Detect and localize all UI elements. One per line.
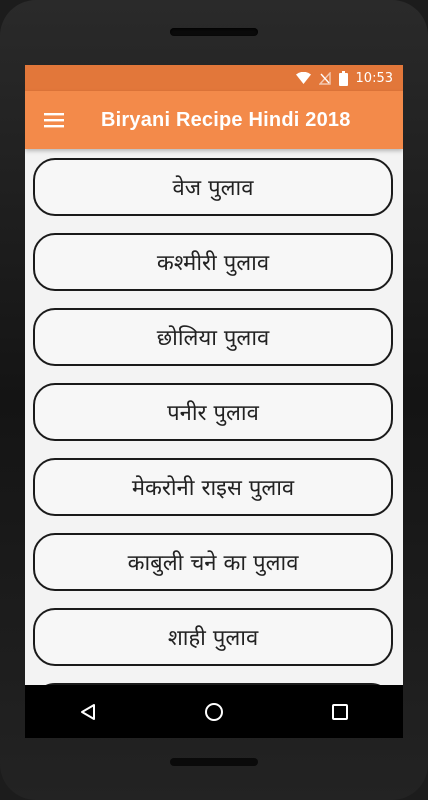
recipe-item-kashmiri-pulao[interactable]: कश्मीरी पुलाव bbox=[33, 233, 393, 291]
phone-frame: 10:53 Biryani Recipe Hindi 2018 वेज पुला… bbox=[0, 0, 428, 800]
battery-icon bbox=[338, 70, 348, 86]
recipe-list[interactable]: वेज पुलाव कश्मीरी पुलाव छोलिया पुलाव पनी… bbox=[25, 149, 403, 685]
earpiece-speaker bbox=[170, 28, 258, 36]
recipe-item-choliya-pulao[interactable]: छोलिया पुलाव bbox=[33, 308, 393, 366]
recipe-item-kabuli-chana-pulao[interactable]: काबुली चने का पुलाव bbox=[33, 533, 393, 591]
wifi-icon bbox=[295, 72, 311, 84]
status-time: 10:53 bbox=[355, 70, 393, 86]
back-triangle-icon[interactable] bbox=[58, 685, 118, 738]
app-bar: Biryani Recipe Hindi 2018 bbox=[25, 91, 403, 149]
recipe-item-macaroni-rice-pulao[interactable]: मेकरोनी राइस पुलाव bbox=[33, 458, 393, 516]
recipe-item-paneer-pulao[interactable]: पनीर पुलाव bbox=[33, 383, 393, 441]
screen: 10:53 Biryani Recipe Hindi 2018 वेज पुला… bbox=[25, 65, 403, 738]
app-title: Biryani Recipe Hindi 2018 bbox=[101, 108, 351, 131]
home-circle-icon[interactable] bbox=[184, 685, 244, 738]
navigation-bar bbox=[25, 685, 403, 738]
no-signal-icon bbox=[318, 71, 331, 85]
bottom-speaker bbox=[170, 758, 258, 766]
hamburger-icon[interactable] bbox=[25, 91, 83, 149]
status-bar: 10:53 bbox=[25, 65, 403, 91]
recents-square-icon[interactable] bbox=[310, 685, 370, 738]
recipe-item-shahi-pulao[interactable]: शाही पुलाव bbox=[33, 608, 393, 666]
recipe-item-veg-pulao[interactable]: वेज पुलाव bbox=[33, 158, 393, 216]
